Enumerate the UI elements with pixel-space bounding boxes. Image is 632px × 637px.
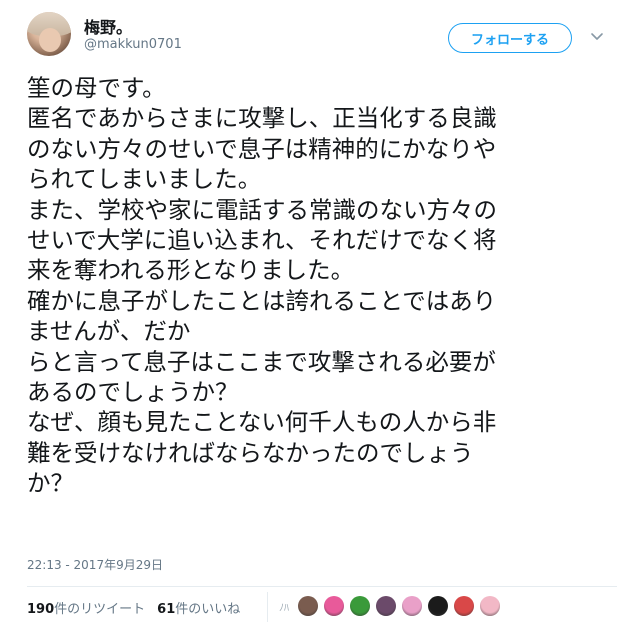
liker-avatar[interactable] [298, 596, 318, 616]
liker-avatar[interactable] [428, 596, 448, 616]
tweet-text-line: 確かに息子がしたことは誇れることではあり [27, 286, 497, 315]
liker-avatar[interactable] [454, 596, 474, 616]
tweet-text-line: また、学校や家に電話する常識のない方々の [27, 195, 497, 224]
liker-avatar[interactable] [324, 596, 344, 616]
screen-name[interactable]: @makkun0701 [84, 37, 182, 52]
tweet-text-line: 筀の母です。 [27, 74, 166, 102]
liker-avatar[interactable] [376, 596, 396, 616]
tweet-card: 梅野。 @makkun0701 フォローする 筀の母です。 匿名であからさまに攻… [0, 0, 632, 637]
tweet-text-line: られてしまいました。 [27, 165, 262, 194]
dash-icon: ﾉﾊ [279, 602, 289, 614]
tweet-text-line: 匿名であからさまに攻撃し、正当化する良識 [27, 104, 497, 133]
tweet-text-line: らと言って息子はここまで攻撃される必要が [27, 347, 496, 376]
retweets-label: 件のリツイート [54, 602, 146, 617]
tweet-text-line: あるのでしょうか？ [27, 378, 239, 407]
tweet-stats: 190件のリツイート 61件のいいね [27, 598, 240, 617]
tweet-text-line: なぜ、顔も見たことない何千人もの人から非 [27, 408, 497, 437]
timestamp[interactable]: 22:13 - 2017年9月29日 [27, 556, 163, 573]
avatar-face [39, 28, 61, 52]
likes-stat[interactable]: 61件のいいね [157, 598, 240, 617]
liker-avatar[interactable] [480, 596, 500, 616]
tweet-text-line: 難を受けなければならなかったのでしょう [27, 438, 474, 467]
tweet-text-line: せいで大学に追い込まれ、それだけでなく将 [27, 226, 497, 255]
likes-label: 件のいいね [175, 602, 241, 617]
tweet-text: 筀の母です。 匿名であからさまに攻撃し、正当化する良識 のない方々のせいで息子は… [27, 73, 617, 499]
display-name[interactable]: 梅野。 [84, 14, 132, 38]
retweets-stat[interactable]: 190件のリツイート [27, 598, 145, 617]
divider [27, 586, 617, 587]
chevron-down-icon[interactable] [590, 29, 604, 43]
tweet-text-line: 来を奪われる形となりました。 [27, 256, 355, 285]
stats-separator [267, 592, 268, 622]
tweet-text-line: か？ [27, 469, 74, 498]
tweet-text-line: のない方々のせいで息子は精神的にかなりや [27, 134, 497, 163]
likes-count: 61 [157, 602, 176, 617]
follow-button[interactable]: フォローする [448, 23, 572, 53]
tweet-text-line: ませんが、だか [27, 317, 191, 346]
liker-avatar[interactable] [402, 596, 422, 616]
retweets-count: 190 [27, 602, 55, 617]
liker-avatars: ﾉﾊ [276, 596, 500, 616]
avatar[interactable] [27, 12, 71, 56]
liker-avatar[interactable] [350, 596, 370, 616]
